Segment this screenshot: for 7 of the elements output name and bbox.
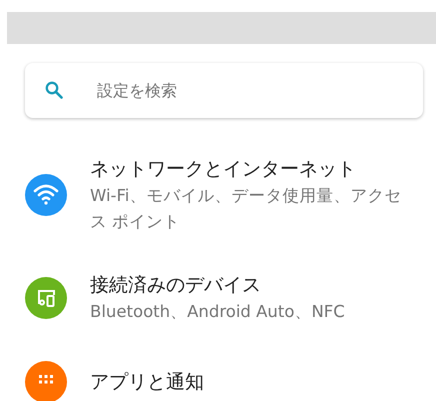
item-summary: Wi-Fi、モバイル、データ使用量、アクセス ポイント: [90, 185, 402, 233]
search-icon: [45, 81, 63, 99]
search-field[interactable]: 設定を検索: [25, 63, 423, 118]
item-summary: Bluetooth、Android Auto、NFC: [90, 301, 346, 323]
item-title[interactable]: アプリと通知: [90, 368, 412, 396]
item-title[interactable]: ネットワークとインターネット: [90, 155, 412, 183]
item-title[interactable]: 接続済みのデバイス: [90, 271, 412, 299]
